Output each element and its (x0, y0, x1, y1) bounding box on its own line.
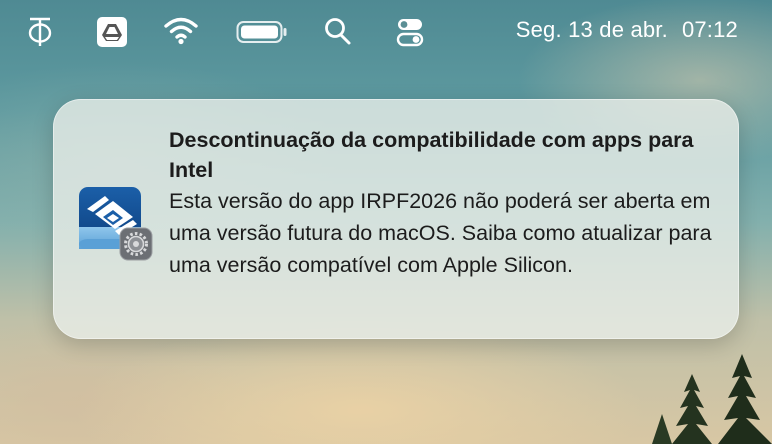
notification-title: Descontinuação da compatibilidade com ap… (169, 128, 694, 182)
menu-bar-clock[interactable]: Seg. 13 de abr. 07:12 (516, 17, 738, 43)
gear-icon (119, 227, 153, 261)
irpf-app-icon (79, 187, 153, 261)
google-drive-icon[interactable] (96, 16, 128, 48)
search-icon[interactable] (324, 16, 352, 46)
battery-icon[interactable] (236, 19, 288, 45)
notification-body: Esta versão do app IRPF2026 não poderá s… (169, 189, 712, 277)
phi-icon[interactable] (24, 16, 56, 48)
tree-silhouettes (652, 354, 772, 444)
wifi-icon[interactable] (164, 16, 198, 46)
notification-banner[interactable]: Descontinuação da compatibilidade com ap… (53, 99, 739, 339)
clock-time: 07:12 (681, 17, 738, 42)
menu-bar: Seg. 13 de abr. 07:12 (0, 0, 772, 64)
clock-date: Seg. 13 de abr. (515, 17, 668, 42)
control-center-icon[interactable] (395, 16, 425, 48)
